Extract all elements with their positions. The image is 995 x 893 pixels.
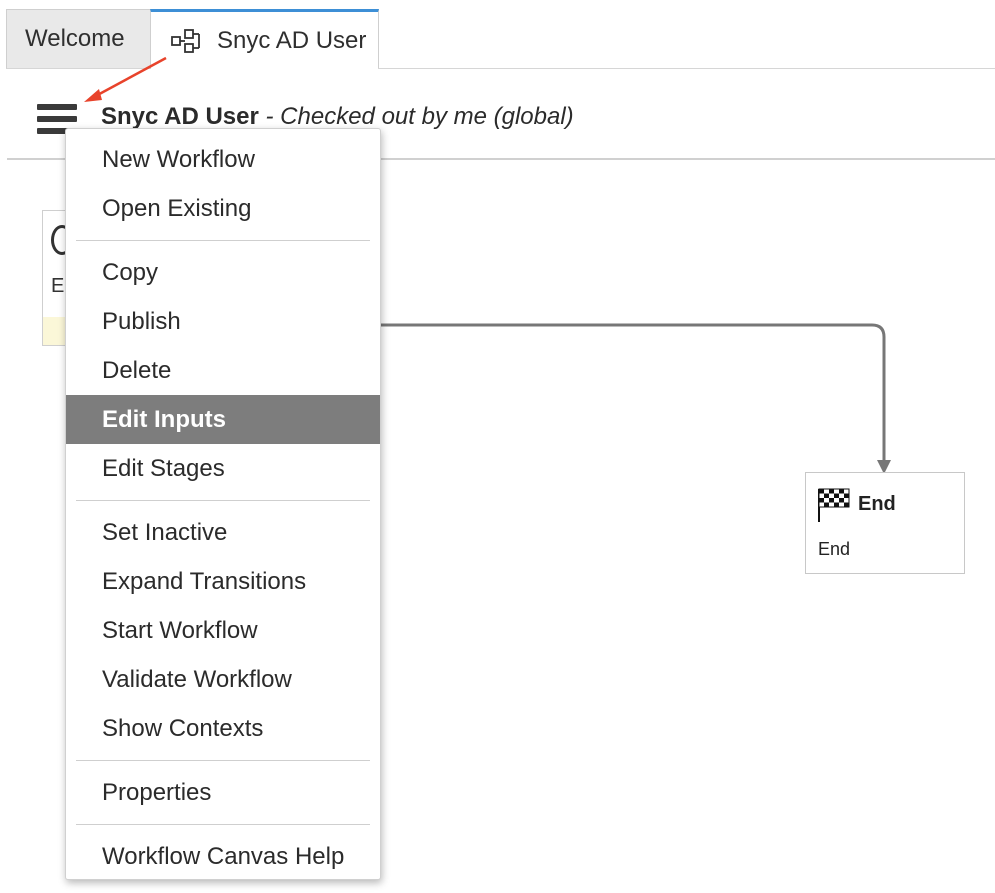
menu-item-validate-workflow[interactable]: Validate Workflow xyxy=(66,655,380,704)
tab-bar-divider xyxy=(378,68,995,69)
workflow-status: - Checked out by me (global) xyxy=(258,103,574,130)
workflow-canvas-app: Welcome Snyc AD User Snyc AD User - Chec… xyxy=(0,0,995,893)
menu-item-open-existing[interactable]: Open Existing xyxy=(66,184,380,233)
start-node-label: E xyxy=(51,275,65,297)
menu-item-edit-inputs[interactable]: Edit Inputs xyxy=(66,395,380,444)
tab-snyc-ad-user[interactable]: Snyc AD User xyxy=(150,9,379,69)
menu-item-properties[interactable]: Properties xyxy=(66,768,380,817)
end-node-subtitle: End xyxy=(818,539,851,559)
workflow-title: Snyc AD User - Checked out by me (global… xyxy=(101,103,574,131)
end-node[interactable]: End End xyxy=(805,472,965,574)
menu-separator xyxy=(76,760,370,761)
menu-separator xyxy=(76,500,370,501)
menu-separator xyxy=(76,240,370,241)
menu-item-new-workflow[interactable]: New Workflow xyxy=(66,135,380,184)
workflow-actions-menu: New Workflow Open Existing Copy Publish … xyxy=(65,128,381,880)
workflow-name: Snyc AD User xyxy=(101,103,259,130)
checkered-flag-icon xyxy=(816,485,852,523)
end-node-header: End xyxy=(816,485,896,523)
menu-item-copy[interactable]: Copy xyxy=(66,248,380,297)
end-node-title: End xyxy=(858,492,896,515)
menu-item-publish[interactable]: Publish xyxy=(66,297,380,346)
menu-item-edit-stages[interactable]: Edit Stages xyxy=(66,444,380,493)
menu-item-workflow-canvas-help[interactable]: Workflow Canvas Help xyxy=(66,832,380,881)
tab-welcome-label: Welcome xyxy=(25,25,125,52)
menu-item-show-contexts[interactable]: Show Contexts xyxy=(66,704,380,753)
menu-separator xyxy=(76,824,370,825)
tab-welcome[interactable]: Welcome xyxy=(6,9,151,69)
menu-item-delete[interactable]: Delete xyxy=(66,346,380,395)
menu-item-expand-transitions[interactable]: Expand Transitions xyxy=(66,557,380,606)
workflow-icon xyxy=(171,27,209,55)
menu-item-set-inactive[interactable]: Set Inactive xyxy=(66,508,380,557)
tab-bar: Welcome Snyc AD User xyxy=(0,0,995,70)
tab-snyc-ad-user-label: Snyc AD User xyxy=(217,26,367,54)
menu-item-start-workflow[interactable]: Start Workflow xyxy=(66,606,380,655)
